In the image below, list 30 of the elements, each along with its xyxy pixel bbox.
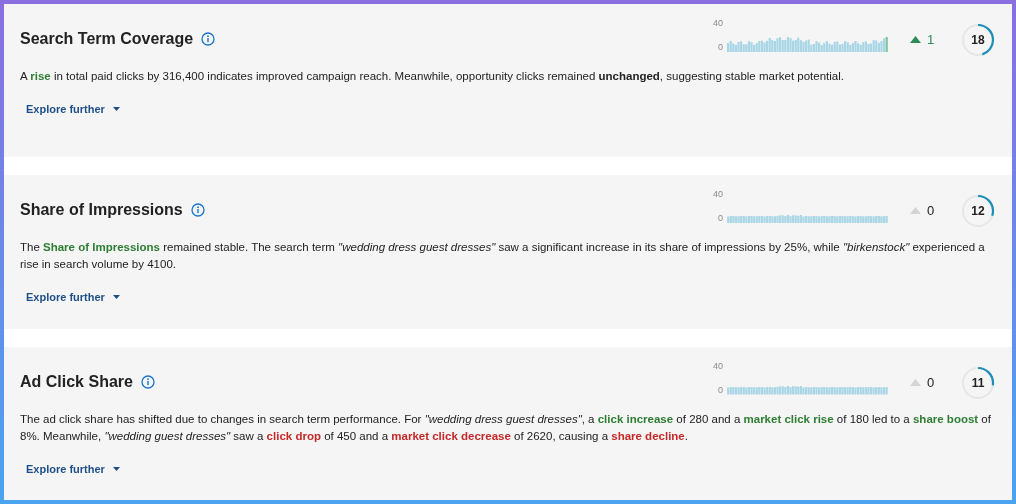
explore-dropdown[interactable]: Explore further — [20, 458, 126, 479]
axis-label: 40 — [713, 360, 723, 371]
explore-dropdown[interactable]: Explore further — [20, 99, 126, 119]
insight-text: The Share of Impressions remained stable. The search term "wedding dress guest dresses" saw a significant increase in its share of impressions by 25%, while "birkenstock" experienced a rise in search volume by 4100. — [20, 240, 986, 273]
score-value: 12 — [971, 204, 985, 219]
caret-icon — [112, 466, 120, 471]
change-value: 1 — [927, 32, 935, 47]
card-title: Share of Impressions — [20, 201, 183, 220]
caret-icon — [112, 107, 120, 111]
caret-icon — [112, 295, 120, 300]
insight-text: A rise in total paid clicks by 316,400 indicates improved campaign reach. Meanwhile, opportunity clicks remained unchanged, suggesting stable market potential. — [20, 69, 845, 84]
axis-label: 0 — [717, 384, 723, 395]
axis-label: 40 — [713, 18, 723, 28]
info-icon[interactable] — [201, 32, 216, 46]
info-icon[interactable] — [190, 203, 205, 218]
card-title: Ad Click Share — [20, 372, 133, 391]
axis-label: 0 — [717, 213, 723, 224]
axis-label: 40 — [713, 189, 723, 200]
change-value: 0 — [927, 374, 935, 390]
score-ring — [960, 22, 996, 58]
card-title: Search Term Coverage — [20, 30, 194, 48]
info-icon[interactable] — [140, 374, 155, 389]
explore-dropdown[interactable]: Explore further — [20, 287, 126, 308]
score-ring — [960, 193, 996, 230]
score-value: 18 — [971, 33, 985, 47]
change-value: 0 — [927, 203, 935, 219]
score-value: 11 — [971, 375, 985, 390]
score-ring — [960, 364, 996, 401]
axis-label: 0 — [717, 42, 723, 52]
insight-text: The ad click share has shifted due to changes in search term performance. For "wedding dress guest dresses", a click increase of 280 and a market click rise of 180 led to a share boost of 8%. Meanwhile, "wedding guest dresses" saw a click drop of 450 and a market click decrease of 2620, causing a share decline. — [20, 411, 992, 444]
